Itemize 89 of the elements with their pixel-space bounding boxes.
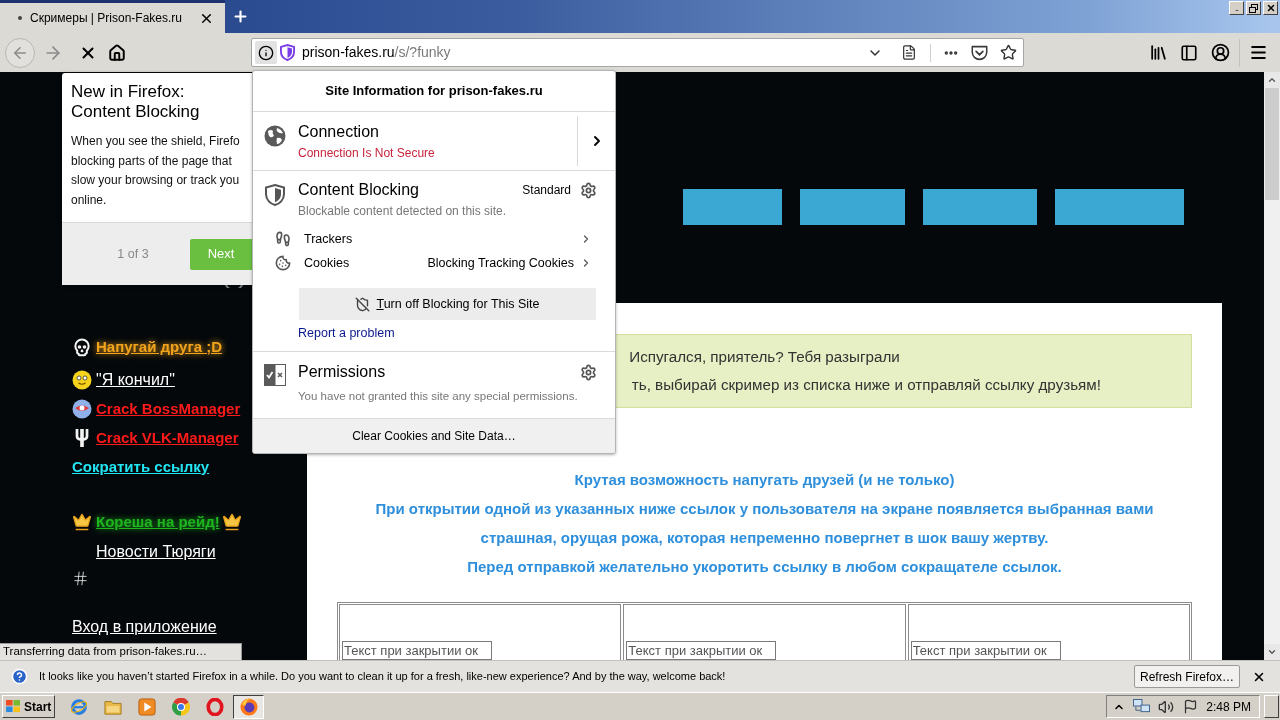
star-icon[interactable] bbox=[1000, 44, 1017, 61]
sidebar-link[interactable]: "Я кончил" bbox=[96, 368, 175, 391]
restore-icon bbox=[1249, 3, 1258, 13]
show-desktop-button[interactable] bbox=[1264, 695, 1279, 718]
help-icon bbox=[11, 668, 28, 685]
panel-heading: New in Firefox: Content Blocking bbox=[71, 82, 201, 122]
firefox-icon bbox=[239, 697, 258, 716]
intro-paragraph: При открытии одной из указанных ниже ссылок у пользователя на экране появляется выбранная вами страшная, орущая рожа, которая непременно повергнет в шок вашу жертву. bbox=[375, 499, 1154, 548]
report-problem-link[interactable]: Report a problem bbox=[298, 325, 395, 341]
text-input[interactable]: Текст при закрытии ок bbox=[626, 641, 777, 660]
new-tab-icon[interactable] bbox=[232, 8, 249, 25]
minimize-button[interactable] bbox=[1229, 1, 1244, 15]
crown-icon bbox=[72, 511, 92, 532]
notice-text: Испугался, приятель? Тебя разыграли bbox=[629, 347, 900, 367]
section-title: Permissions bbox=[298, 362, 386, 382]
clear-cookies-button[interactable]: Clear Cookies and Site Data… bbox=[253, 419, 615, 453]
start-button[interactable]: Start bbox=[2, 695, 55, 718]
address-bar[interactable]: prison-fakes.ru/s/?funky bbox=[251, 38, 1024, 67]
arrow-down-icon bbox=[1267, 647, 1277, 657]
sidebar-link[interactable]: Кореша на рейд! bbox=[96, 510, 220, 533]
chrome-icon bbox=[171, 697, 190, 716]
flag-icon[interactable] bbox=[1183, 699, 1198, 714]
crown-icon bbox=[221, 511, 242, 532]
restore-button[interactable] bbox=[1246, 1, 1261, 15]
sidebar-icon[interactable] bbox=[1180, 43, 1198, 62]
connection-status: Connection Is Not Secure bbox=[298, 145, 435, 161]
reader-view-icon[interactable] bbox=[901, 44, 917, 61]
description-text: Blockable content detected on this site. bbox=[298, 203, 508, 219]
hash-icon bbox=[72, 570, 89, 587]
intro-heading: Крутая возможность напугать друзей (и не только) bbox=[574, 470, 955, 490]
shield-icon[interactable] bbox=[280, 44, 295, 61]
cookie-icon bbox=[275, 255, 291, 271]
scroll-up-button[interactable] bbox=[1264, 72, 1280, 88]
browser-tab[interactable]: Скримеры | Prison-Fakes.ru bbox=[0, 0, 225, 33]
menu-icon[interactable] bbox=[1249, 43, 1268, 62]
scroll-down-button[interactable] bbox=[1264, 644, 1280, 660]
taskbar-app-button[interactable] bbox=[233, 694, 264, 719]
clock-text: 2:48 PM bbox=[1206, 698, 1251, 716]
volume-icon[interactable] bbox=[1158, 698, 1174, 715]
notification-message: It looks like you haven’t started Firefox in a while. Do you want to clean it up for a fresh, like-new experience? And by the way, welcome back! bbox=[39, 669, 726, 685]
network-icon[interactable] bbox=[1133, 699, 1150, 714]
footprints-icon bbox=[275, 231, 291, 247]
intro-note: Перед отправкой желательно укоротить ссылку в любом сокращателе ссылок. bbox=[467, 557, 1062, 577]
sidebar-link[interactable]: Crack VLK-Manager bbox=[96, 426, 239, 449]
sidebar-link[interactable]: Новости Тюряги bbox=[96, 540, 216, 563]
library-icon[interactable] bbox=[1149, 43, 1168, 62]
blocking-mode: Standard bbox=[522, 182, 571, 199]
close-window-button[interactable] bbox=[1263, 1, 1278, 15]
sidebar-link[interactable]: Сократить ссылку bbox=[72, 455, 210, 478]
blocking-category-row[interactable]: Trackers bbox=[253, 227, 615, 251]
settings-icon[interactable] bbox=[580, 363, 597, 381]
ball-icon bbox=[72, 398, 92, 419]
status-text: Transferring data from prison-fakes.ru… bbox=[3, 644, 208, 660]
refresh-firefox-button[interactable]: Refresh Firefox… bbox=[1133, 665, 1240, 688]
sidebar-link[interactable]: Напугай друга ;D bbox=[96, 335, 222, 358]
minimize-icon bbox=[1232, 9, 1241, 12]
notice-text: ть, выбирай скример из списка ниже и отправляй ссылку друзьям! bbox=[631, 375, 1101, 395]
skull-icon bbox=[72, 336, 92, 357]
text-input[interactable]: Текст при закрытии ок bbox=[342, 641, 492, 660]
section-title: Content Blocking bbox=[298, 180, 419, 200]
browser-globe-icon bbox=[69, 697, 88, 716]
info-icon bbox=[258, 44, 274, 61]
pocket-icon[interactable] bbox=[971, 44, 988, 61]
site-info-button[interactable] bbox=[255, 41, 277, 64]
description-text: You have not granted this site any special permissions. bbox=[298, 389, 579, 404]
permissions-icon bbox=[264, 364, 286, 386]
url-text[interactable]: prison-fakes.ru/s/?funky bbox=[302, 42, 451, 63]
text-input[interactable]: Текст при закрытии ок bbox=[910, 641, 1061, 660]
globe-icon bbox=[264, 125, 286, 147]
sidebar-link[interactable]: Вход в приложение bbox=[72, 615, 217, 638]
account-icon[interactable] bbox=[1211, 43, 1230, 62]
panel-body-text: When you see the shield, Firefo blocking parts of the page that slow your browsing or track you online. bbox=[71, 133, 241, 210]
sidebar-link[interactable]: Crack BossManager bbox=[96, 397, 241, 420]
arrow-up-icon bbox=[1267, 75, 1277, 85]
smiley-icon bbox=[72, 369, 92, 390]
ring-icon bbox=[205, 697, 224, 716]
windows-flag-icon bbox=[6, 700, 21, 713]
blocking-category-row[interactable]: Cookies Blocking Tracking Cookies bbox=[253, 251, 615, 275]
crossed-shield-icon bbox=[355, 296, 371, 312]
settings-icon[interactable] bbox=[580, 181, 597, 199]
scrollbar-thumb[interactable] bbox=[1265, 88, 1279, 200]
shield-icon bbox=[265, 184, 285, 206]
step-counter: 1 of 3 bbox=[116, 245, 150, 263]
home-icon[interactable] bbox=[108, 43, 126, 62]
panel-title: Site Information for prison-fakes.ru bbox=[325, 82, 543, 101]
section-title: Connection bbox=[298, 122, 380, 142]
close-icon bbox=[1265, 3, 1276, 13]
turn-off-blocking-button[interactable]: Turn off Blocking for This Site bbox=[299, 288, 596, 320]
play-icon bbox=[137, 697, 156, 716]
